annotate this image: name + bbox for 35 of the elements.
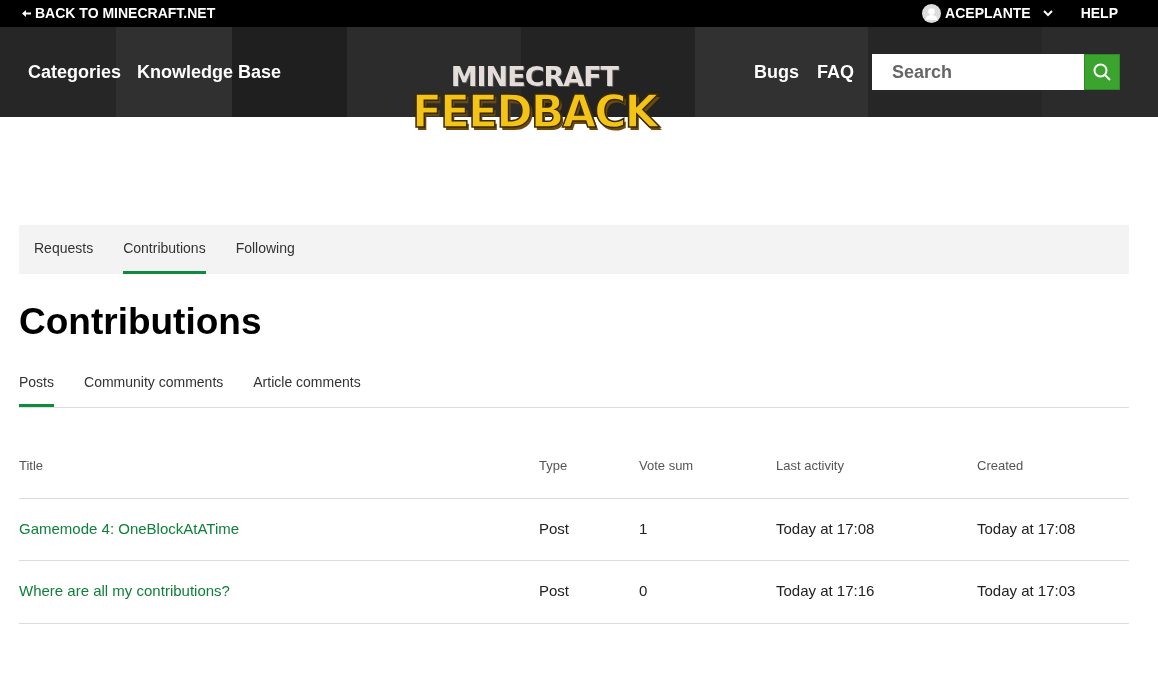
user-menu[interactable]: ACEPLANTE <box>922 3 1053 24</box>
nav-link[interactable]: FAQ <box>817 58 854 86</box>
column-header: Type <box>539 456 639 499</box>
tab[interactable]: Community comments <box>84 372 224 408</box>
page-heading: Contributions <box>19 300 263 344</box>
chevron-down-icon <box>1042 10 1053 17</box>
back-link[interactable]: BACK TO MINECRAFT.NET <box>22 3 216 24</box>
column-header: Title <box>19 456 539 499</box>
column-header: Created <box>977 456 1129 499</box>
post-link[interactable]: Where are all my contributions? <box>19 582 230 600</box>
search-field[interactable]: Search <box>872 54 1084 90</box>
table-cell: Today at 17:03 <box>977 560 1129 624</box>
avatar-icon <box>922 4 942 23</box>
tab[interactable]: Requests <box>34 225 94 274</box>
table-cell: 0 <box>639 560 776 624</box>
tab[interactable]: Posts <box>19 372 54 408</box>
table-cell: Today at 17:08 <box>977 498 1129 561</box>
arrow-left-icon <box>22 9 31 18</box>
table-cell: Today at 17:08 <box>776 498 977 561</box>
search-button[interactable] <box>1084 54 1120 90</box>
search-icon <box>1092 62 1112 82</box>
table-cell: Today at 17:16 <box>776 560 977 624</box>
table-cell: 1 <box>639 498 776 561</box>
post-link[interactable]: Gamemode 4: OneBlockAtATime <box>19 519 240 537</box>
table-cell: Post <box>539 560 639 624</box>
nav-link[interactable]: Categories <box>28 58 122 86</box>
help-link[interactable]: HELP <box>1080 3 1118 24</box>
nav-link[interactable]: Knowledge Base <box>137 58 282 86</box>
tab[interactable]: Contributions <box>123 225 206 274</box>
tab[interactable]: Article comments <box>253 372 361 408</box>
table-cell: Post <box>539 498 639 561</box>
column-header: Vote sum <box>639 456 776 499</box>
tab[interactable]: Following <box>235 225 295 274</box>
column-header: Last activity <box>776 456 977 499</box>
nav-link[interactable]: Bugs <box>754 58 799 86</box>
